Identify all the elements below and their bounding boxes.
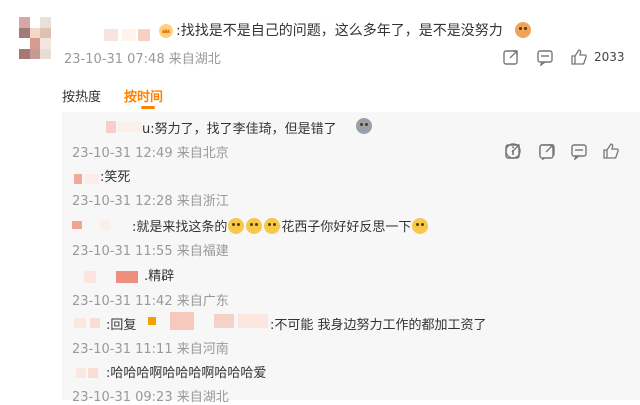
reply-text-a: :回复 [106, 318, 137, 333]
dog-emoji-icon [228, 218, 245, 234]
reply-text: :就是来找这条的 花西子你好好反思一下 [132, 216, 429, 235]
username-blur[interactable] [104, 24, 154, 41]
dog-emoji-icon [412, 218, 429, 234]
avatar[interactable] [19, 17, 51, 59]
username-blur[interactable] [74, 312, 100, 331]
share-icon[interactable] [502, 48, 520, 66]
reply-meta: 23-10-31 12:49 来自北京 [72, 146, 229, 161]
username-blur[interactable] [76, 362, 98, 381]
sort-by-hot-tab[interactable]: 按热度 [62, 86, 101, 105]
reply-list: u:努力了，找了李佳琦，但是错了 23-10-31 12:49 来自北京:笑死… [62, 112, 640, 405]
username-blur[interactable] [74, 168, 99, 187]
comment-icon[interactable] [536, 48, 554, 66]
username-blur[interactable] [106, 116, 142, 135]
reply-comment-icon-2[interactable] [570, 142, 588, 160]
like-count: 2033 [594, 50, 625, 64]
comment-meta: 23-10-31 07:48 来自湖北 [64, 52, 221, 67]
reply-text: u:努力了，找了李佳琦，但是错了 [142, 122, 337, 137]
reply-text-b: :不可能 我身边努力工作的都加工资了 [270, 318, 487, 333]
username-blur[interactable] [72, 214, 110, 233]
sort-by-time-tab[interactable]: 按时间 [124, 86, 163, 105]
reply-forward-icon[interactable] [538, 142, 556, 160]
reply-like-icon[interactable] [602, 142, 620, 160]
reply-text: :哈哈哈啊哈哈哈啊哈哈哈爱 [106, 366, 267, 381]
reply-text-part-a: :就是来找这条的 [132, 220, 228, 235]
active-tab-indicator [141, 106, 155, 109]
reply-text: .精辟 [144, 269, 175, 284]
like-icon[interactable] [570, 48, 588, 66]
dog-emoji-icon [264, 218, 281, 234]
reply-meta: 23-10-31 11:55 来自福建 [72, 244, 229, 259]
mention-blur[interactable] [148, 310, 268, 330]
info-circle-icon[interactable] [504, 142, 522, 160]
reply-meta: 23-10-31 09:23 来自湖北 [72, 390, 229, 405]
reply-meta: 23-10-31 11:11 来自河南 [72, 342, 229, 357]
dog-emoji-icon [246, 218, 263, 234]
comment-text: :找找是不是自己的问题，这么多年了，是不是没努力 [176, 23, 503, 39]
sticker-emoji-icon [356, 118, 372, 134]
reply-meta: 23-10-31 11:42 来自广东 [72, 294, 229, 309]
reply-text-part-b: 花西子你好好反思一下 [281, 220, 412, 235]
reply-meta: 23-10-31 12:28 来自浙江 [72, 194, 229, 209]
cat-emoji-icon [515, 22, 531, 38]
username-blur[interactable] [84, 266, 138, 285]
reply-text: :笑死 [100, 170, 131, 185]
vip-crown-icon [159, 24, 173, 38]
